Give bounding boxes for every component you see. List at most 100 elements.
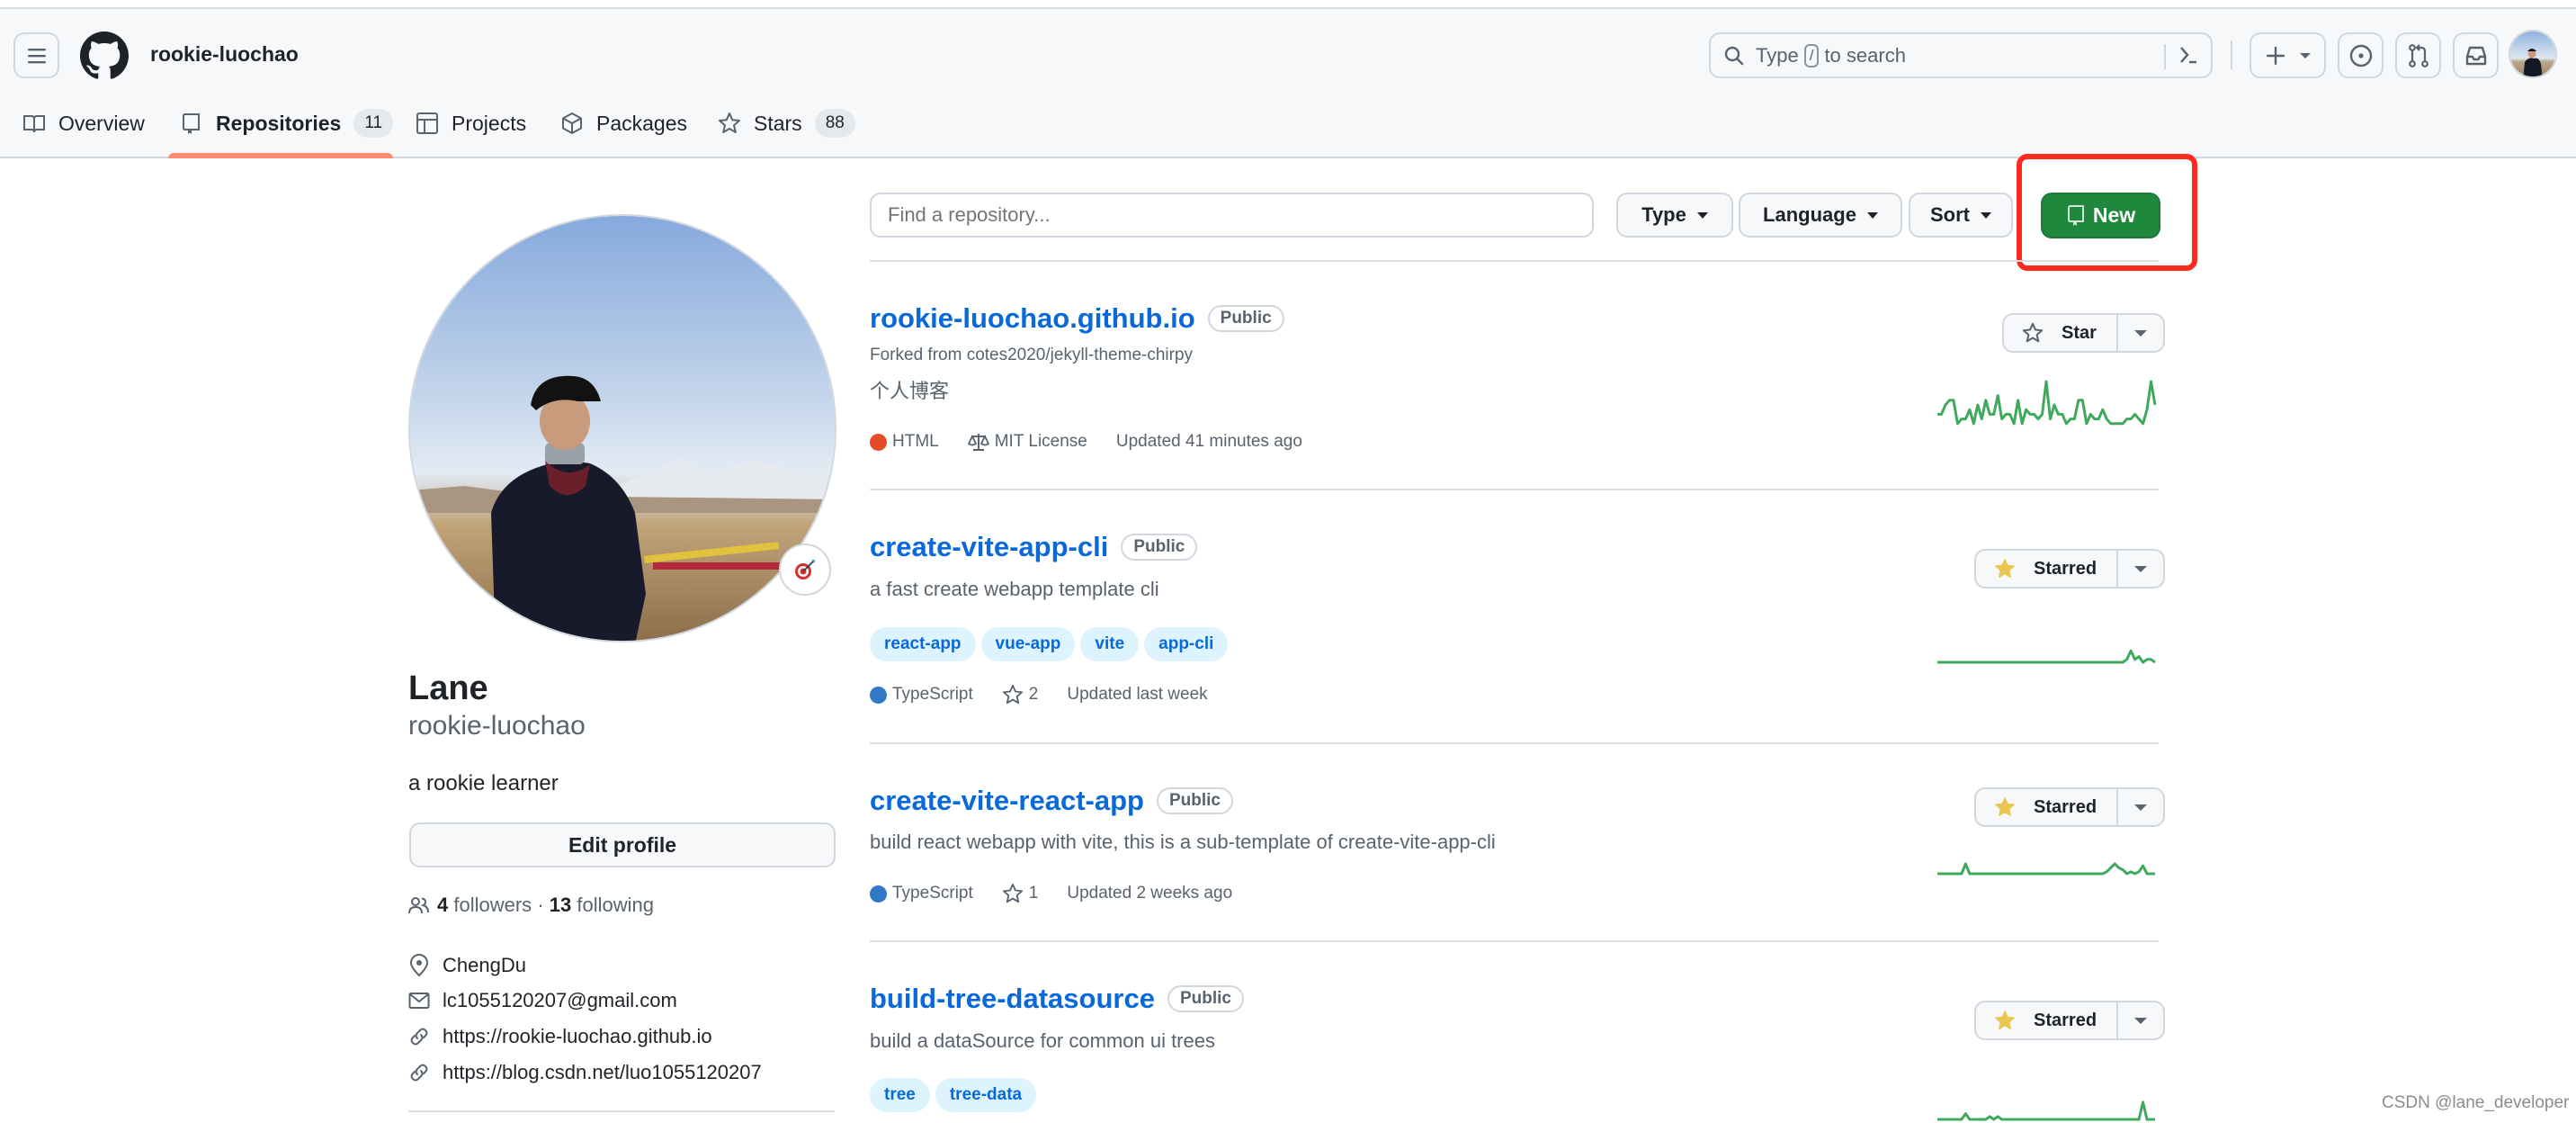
activity-sparkline <box>1937 1101 2155 1121</box>
repositories-count-badge: 11 <box>353 109 394 138</box>
header-divider <box>2231 40 2232 69</box>
issue-opened-icon <box>2349 44 2372 67</box>
user-avatar-menu[interactable] <box>2509 30 2557 78</box>
starred-button[interactable]: Starred <box>1974 1001 2166 1040</box>
followers-count: 4 <box>437 894 449 916</box>
profile-login: rookie-luochao <box>408 711 586 741</box>
starred-button[interactable]: Starred <box>1974 549 2166 588</box>
sidebar-divider <box>408 1110 835 1112</box>
followers-link[interactable]: 4 followers <box>437 892 532 919</box>
hamburger-icon <box>27 48 46 63</box>
following-link[interactable]: 13 following <box>550 892 654 919</box>
edit-profile-button[interactable]: Edit profile <box>409 822 836 867</box>
search-placeholder-suffix: to search <box>1824 43 1906 67</box>
tab-repositories[interactable]: Repositories 11 <box>180 105 394 141</box>
repo-language: TypeScript <box>870 683 973 706</box>
forked-from-text[interactable]: Forked from cotes2020/jekyll-theme-chirp… <box>870 345 1193 366</box>
sort-dropdown[interactable]: Sort <box>1909 193 2013 238</box>
link-icon <box>410 1064 428 1082</box>
following-count: 13 <box>549 894 572 916</box>
star-count: 1 <box>1028 884 1039 903</box>
window-top-edge <box>0 0 2576 9</box>
find-repository-input[interactable] <box>870 193 1594 238</box>
create-new-button[interactable] <box>2250 32 2326 78</box>
global-search-input[interactable]: Type / to search <box>1709 32 2213 78</box>
tab-projects[interactable]: Projects <box>416 105 526 141</box>
star-filled-icon <box>1995 1011 2015 1029</box>
tab-label: Stars <box>754 111 802 135</box>
repo-meta: HTML MIT License Updated 41 minutes ago <box>870 430 1331 454</box>
issues-button[interactable] <box>2338 32 2384 78</box>
starred-button[interactable]: Starred <box>1974 787 2166 827</box>
type-filter-label: Type <box>1641 203 1686 226</box>
pull-requests-button[interactable] <box>2395 32 2441 78</box>
repo-license: MIT License <box>967 430 1087 454</box>
repo-updated: Updated 2 weeks ago <box>1067 884 1233 903</box>
profile-avatar[interactable] <box>408 214 836 642</box>
git-pull-request-icon <box>2408 43 2428 67</box>
tab-overview[interactable]: Overview <box>22 105 145 141</box>
star-list-dropdown[interactable] <box>2118 315 2163 351</box>
inbox-icon <box>2465 46 2486 65</box>
repo-updated: Updated 41 minutes ago <box>1115 432 1302 451</box>
command-palette-button[interactable] <box>2177 43 2200 72</box>
repo-stargazers[interactable]: 1 <box>1002 882 1039 905</box>
tab-packages[interactable]: Packages <box>560 105 687 141</box>
repo-stargazers[interactable]: 2 <box>1002 683 1039 706</box>
profile-email[interactable]: lc1055120207@gmail.com <box>408 987 677 1014</box>
star-toggle[interactable]: Starred <box>1976 551 2119 587</box>
sparkline-path <box>1937 380 2157 426</box>
star-toggle[interactable]: Starred <box>1976 789 2119 825</box>
star-list-dropdown[interactable] <box>2118 1002 2163 1038</box>
repo-name-link[interactable]: create-vite-react-app <box>870 784 1144 818</box>
activity-sparkline <box>1937 862 2155 876</box>
caret-down-icon <box>2134 804 2148 811</box>
dart-target-icon <box>795 560 815 579</box>
language-name: HTML <box>892 432 939 451</box>
repo-name-link[interactable]: create-vite-app-cli <box>870 530 1108 564</box>
plus-icon <box>2266 46 2285 65</box>
star-button[interactable]: Star <box>2002 313 2165 353</box>
repo-language: TypeScript <box>870 882 973 905</box>
tab-stars[interactable]: Stars 88 <box>718 105 855 141</box>
topic-tag[interactable]: vue-app <box>980 627 1076 661</box>
followers-label: followers <box>453 894 532 916</box>
menu-button[interactable] <box>13 32 59 78</box>
type-filter-dropdown[interactable]: Type <box>1616 193 1733 238</box>
license-name: MIT License <box>994 432 1087 451</box>
repo-divider <box>870 489 2159 490</box>
profile-blog-link[interactable]: https://blog.csdn.net/luo1055120207 <box>408 1059 762 1086</box>
repo-name-link[interactable]: build-tree-datasource <box>870 982 1155 1016</box>
caret-down-icon <box>1696 211 1708 219</box>
status-emoji-button[interactable] <box>779 544 831 596</box>
topic-tag[interactable]: react-app <box>870 627 976 661</box>
star-list-dropdown[interactable] <box>2118 789 2163 825</box>
link-icon <box>410 1028 428 1046</box>
star-toggle[interactable]: Star <box>2004 315 2118 351</box>
topic-tag[interactable]: tree-data <box>935 1078 1037 1112</box>
repo-language: HTML <box>870 430 939 454</box>
language-filter-dropdown[interactable]: Language <box>1739 193 1902 238</box>
search-placeholder-prefix: Type <box>1756 43 1799 67</box>
topic-tag[interactable]: tree <box>870 1078 930 1112</box>
tab-label: Projects <box>452 111 527 135</box>
star-count: 2 <box>1028 685 1039 704</box>
star-toggle[interactable]: Starred <box>1976 1002 2119 1038</box>
repo-description: build react webapp with vite, this is a … <box>870 831 1496 853</box>
profile-photo-icon <box>410 216 835 641</box>
blog-text: https://blog.csdn.net/luo1055120207 <box>443 1061 762 1083</box>
follow-separator: · <box>537 894 544 916</box>
topic-tag[interactable]: app-cli <box>1144 627 1229 661</box>
topic-tag[interactable]: vite <box>1080 627 1140 661</box>
inbox-button[interactable] <box>2453 32 2499 78</box>
repo-name-link[interactable]: rookie-luochao.github.io <box>870 301 1195 336</box>
profile-website-link[interactable]: https://rookie-luochao.github.io <box>408 1023 712 1050</box>
header-username[interactable]: rookie-luochao <box>150 41 299 67</box>
repo-item-title: rookie-luochao.github.io Public <box>870 301 1284 336</box>
language-filter-label: Language <box>1763 203 1856 226</box>
visibility-badge: Public <box>1156 787 1233 814</box>
star-list-dropdown[interactable] <box>2118 551 2163 587</box>
star-label: Starred <box>2034 558 2097 579</box>
visibility-badge: Public <box>1167 985 1244 1012</box>
github-logo[interactable] <box>80 31 129 80</box>
